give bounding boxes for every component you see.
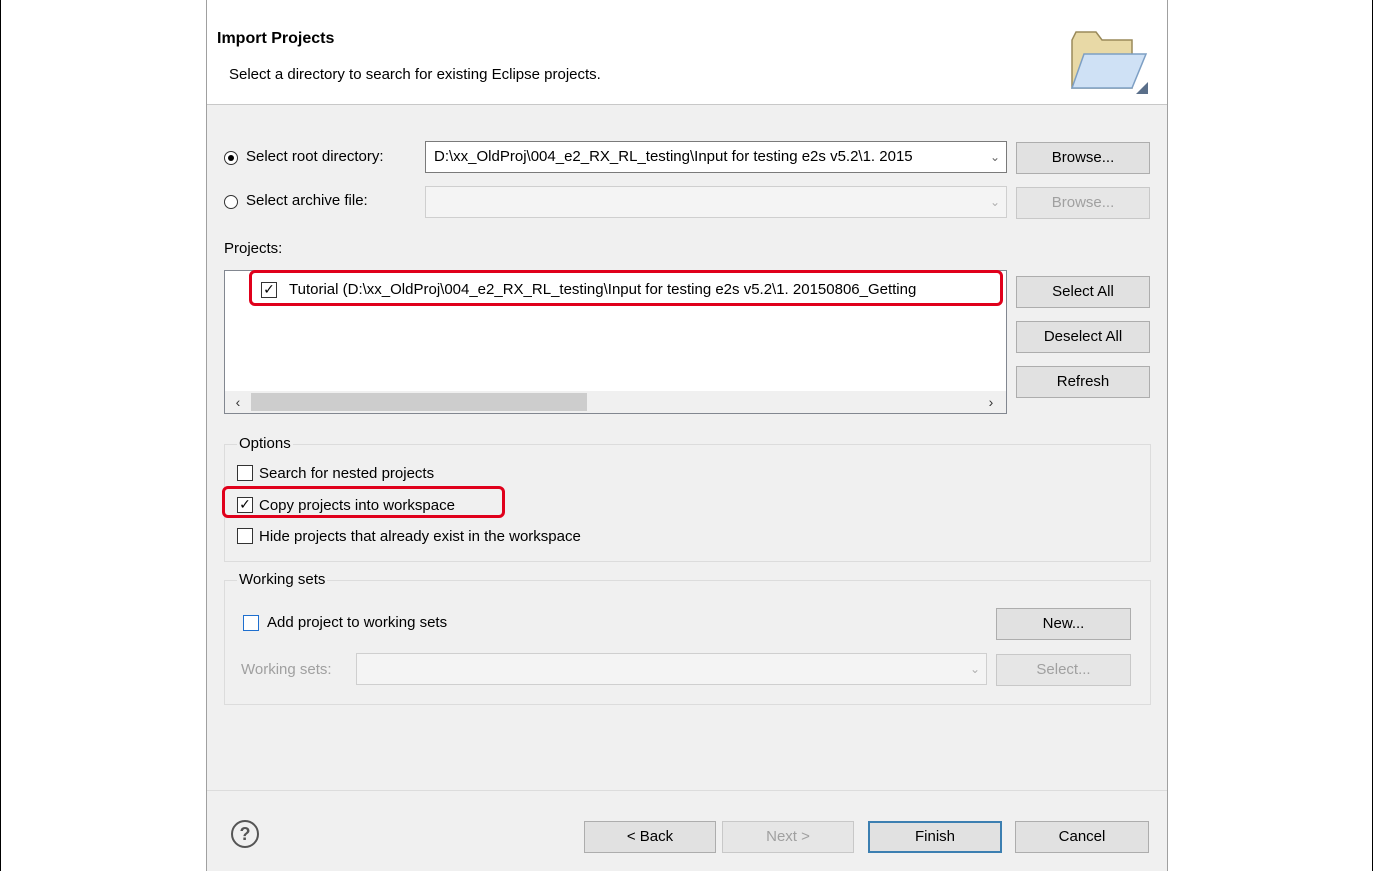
options-title: Options <box>237 435 293 452</box>
back-label: < Back <box>626 828 674 845</box>
working-sets-group <box>224 580 1151 705</box>
select-working-sets-label: Select... <box>1036 661 1091 678</box>
root-directory-combo[interactable]: D:\xx_OldProj\004_e2_RX_RL_testing\Input… <box>425 141 1007 173</box>
highlight-box-copy <box>222 486 505 518</box>
cancel-label: Cancel <box>1058 828 1106 845</box>
archive-file-label[interactable]: Select archive file: <box>246 192 368 209</box>
select-all-label: Select All <box>1052 283 1114 300</box>
import-projects-dialog: Import Projects Select a directory to se… <box>206 0 1168 871</box>
refresh-label: Refresh <box>1056 373 1110 390</box>
search-nested-checkbox[interactable] <box>237 465 253 481</box>
finish-button[interactable]: Finish <box>868 821 1002 853</box>
cancel-button[interactable]: Cancel <box>1015 821 1149 853</box>
help-icon[interactable]: ? <box>231 820 259 848</box>
chevron-down-icon: ⌄ <box>969 662 980 676</box>
deselect-all-button[interactable]: Deselect All <box>1016 321 1150 353</box>
scrollbar-thumb[interactable] <box>251 393 587 411</box>
add-to-working-sets-checkbox[interactable] <box>243 615 259 631</box>
search-nested-label[interactable]: Search for nested projects <box>259 465 434 482</box>
root-directory-label[interactable]: Select root directory: <box>246 148 384 165</box>
folder-icon <box>1070 31 1148 94</box>
root-directory-value: D:\xx_OldProj\004_e2_RX_RL_testing\Input… <box>434 148 913 165</box>
archive-file-combo: ⌄ <box>425 186 1007 218</box>
select-working-sets-button: Select... <box>996 654 1131 686</box>
scroll-left-icon[interactable]: ‹ <box>227 391 249 413</box>
browse-archive-label: Browse... <box>1051 194 1115 211</box>
dialog-header: Import Projects Select a directory to se… <box>207 0 1167 105</box>
next-button: Next > <box>722 821 854 853</box>
hide-existing-checkbox[interactable] <box>237 528 253 544</box>
root-directory-radio[interactable] <box>224 151 238 165</box>
new-working-set-button[interactable]: New... <box>996 608 1131 640</box>
highlight-box-project <box>249 270 1003 306</box>
footer-divider <box>207 790 1167 791</box>
working-sets-label: Working sets: <box>241 661 332 678</box>
browse-archive-button: Browse... <box>1016 187 1150 219</box>
hide-existing-label[interactable]: Hide projects that already exist in the … <box>259 528 581 545</box>
refresh-button[interactable]: Refresh <box>1016 366 1150 398</box>
deselect-all-label: Deselect All <box>1043 328 1123 345</box>
scroll-right-icon[interactable]: › <box>980 391 1002 413</box>
chevron-down-icon[interactable]: ⌄ <box>990 142 1000 172</box>
browse-root-label: Browse... <box>1051 149 1115 166</box>
back-button[interactable]: < Back <box>584 821 716 853</box>
page-description: Select a directory to search for existin… <box>229 66 601 83</box>
horizontal-scrollbar[interactable]: ‹ › <box>225 391 1006 413</box>
page-title: Import Projects <box>217 30 335 47</box>
working-sets-title: Working sets <box>237 571 328 588</box>
finish-label: Finish <box>914 828 955 845</box>
working-sets-combo: ⌄ <box>356 653 987 685</box>
select-all-button[interactable]: Select All <box>1016 276 1150 308</box>
browse-root-button[interactable]: Browse... <box>1016 142 1150 174</box>
new-working-set-label: New... <box>1042 615 1085 632</box>
archive-file-radio[interactable] <box>224 195 238 209</box>
chevron-down-icon: ⌄ <box>989 195 1000 209</box>
add-to-working-sets-label[interactable]: Add project to working sets <box>267 614 447 631</box>
next-label: Next > <box>766 828 810 845</box>
projects-label: Projects: <box>224 240 283 257</box>
